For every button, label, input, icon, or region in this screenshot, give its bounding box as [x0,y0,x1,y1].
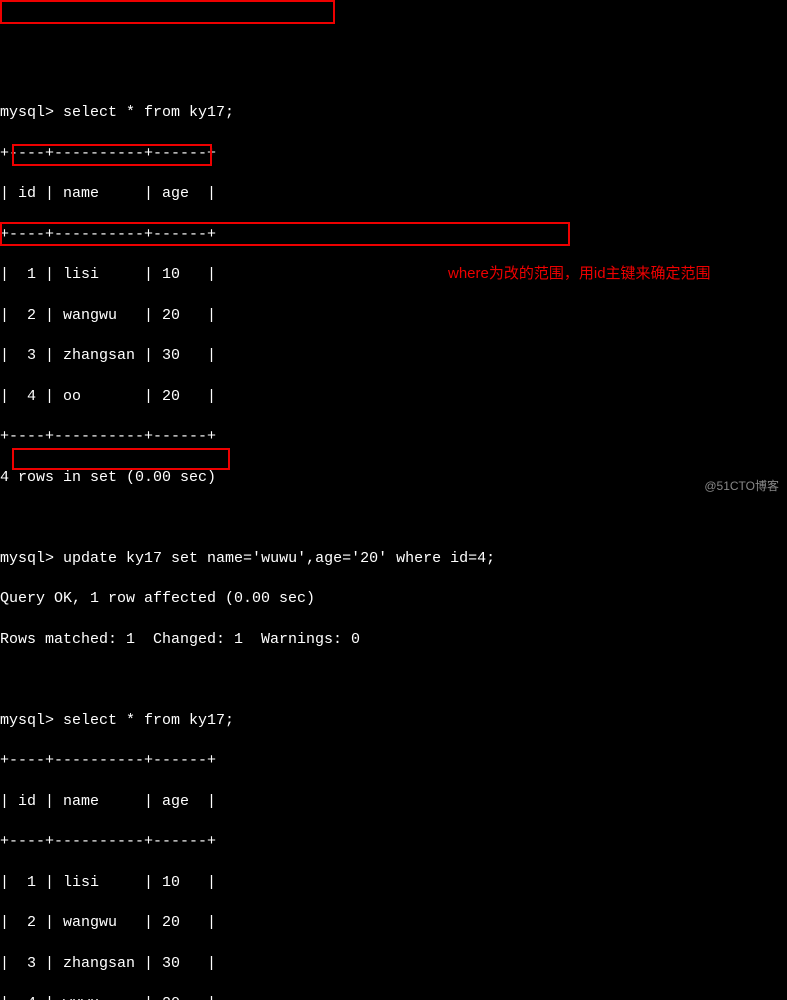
table-header: | id | name | age | [0,184,787,204]
mysql-prompt: mysql> [0,712,54,729]
result-msg: 4 rows in set (0.00 sec) [0,468,787,488]
table-border: +----+----------+------+ [0,751,787,771]
highlight-box-select1 [0,0,335,24]
table-row: | 2 | wangwu | 20 | [0,306,787,326]
prompt-line[interactable]: mysql> select * from ky17; [0,711,787,731]
table-header: | id | name | age | [0,792,787,812]
sql-update: update ky17 set name='wuwu',age='20' whe… [63,550,495,567]
table-border: +----+----------+------+ [0,144,787,164]
table-row: | 3 | zhangsan | 30 | [0,346,787,366]
table-row: | 4 | wuwu | 20 | [0,994,787,1000]
terminal-window[interactable]: mysql> select * from ky17; +----+-------… [0,81,787,1000]
table-row: | 3 | zhangsan | 30 | [0,954,787,974]
table-border: +----+----------+------+ [0,427,787,447]
sql-select-1: select * from ky17; [63,104,234,121]
result-msg: Query OK, 1 row affected (0.00 sec) [0,589,787,609]
sql-select-2: select * from ky17; [63,712,234,729]
annotation-text: where为改的范围，用id主键来确定范围 [448,264,711,284]
table-row: | 4 | oo | 20 | [0,387,787,407]
blank-line [0,508,787,528]
mysql-prompt: mysql> [0,550,54,567]
watermark: @51CTO博客 [704,478,779,494]
table-row: | 1 | lisi | 10 | [0,873,787,893]
blank-line [0,670,787,690]
result-msg: Rows matched: 1 Changed: 1 Warnings: 0 [0,630,787,650]
mysql-prompt: mysql> [0,104,54,121]
table-border: +----+----------+------+ [0,225,787,245]
prompt-line[interactable]: mysql> select * from ky17; [0,103,787,123]
table-border: +----+----------+------+ [0,832,787,852]
table-row: | 2 | wangwu | 20 | [0,913,787,933]
prompt-line[interactable]: mysql> update ky17 set name='wuwu',age='… [0,549,787,569]
